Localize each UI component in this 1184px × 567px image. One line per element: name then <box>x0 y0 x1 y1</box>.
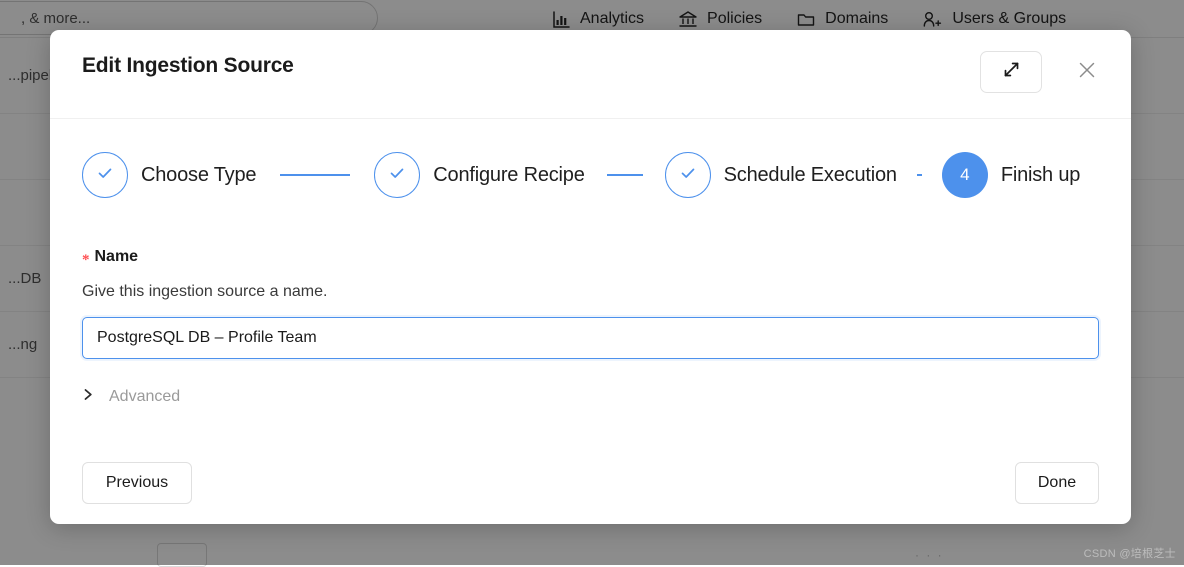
done-button[interactable]: Done <box>1015 462 1099 504</box>
check-icon <box>386 162 408 189</box>
step-configure-recipe[interactable]: Configure Recipe <box>374 152 584 198</box>
step-choose-type-circle <box>82 152 128 198</box>
watermark: CSDN @培根芝士 <box>1084 545 1176 561</box>
advanced-section-label: Advanced <box>109 388 180 406</box>
step-connector-1 <box>280 174 350 176</box>
close-modal-button[interactable] <box>1072 57 1102 87</box>
check-icon <box>94 162 116 189</box>
chevron-right-icon <box>82 387 95 407</box>
page-title: Edit Ingestion Source <box>82 54 294 78</box>
previous-button[interactable]: Previous <box>82 462 192 504</box>
step-finish-up[interactable]: 4 Finish up <box>942 152 1080 198</box>
step-configure-recipe-circle <box>374 152 420 198</box>
step-choose-type[interactable]: Choose Type <box>82 152 256 198</box>
name-field-label-text: Name <box>95 248 139 266</box>
step-choose-type-label: Choose Type <box>141 164 256 187</box>
expand-modal-button[interactable] <box>980 51 1042 93</box>
step-configure-recipe-label: Configure Recipe <box>433 164 584 187</box>
edit-ingestion-source-modal: Edit Ingestion Source <box>50 30 1131 524</box>
step-finish-up-circle: 4 <box>942 152 988 198</box>
step-schedule-execution-circle <box>665 152 711 198</box>
check-icon <box>677 162 699 189</box>
expand-diagonal-arrows-icon <box>1002 60 1021 84</box>
step-schedule-execution-label: Schedule Execution <box>724 164 897 187</box>
modal-footer: Previous Done <box>50 446 1131 524</box>
step-schedule-execution[interactable]: Schedule Execution <box>665 152 897 198</box>
name-field-label: * Name <box>82 248 1099 266</box>
name-field-description: Give this ingestion source a name. <box>82 283 1099 301</box>
step-finish-up-label: Finish up <box>1001 164 1080 187</box>
step-connector-2 <box>607 174 643 176</box>
modal-header: Edit Ingestion Source <box>50 30 1131 119</box>
ingestion-source-name-input[interactable] <box>82 317 1099 359</box>
required-asterisk: * <box>82 252 90 269</box>
step-finish-up-number: 4 <box>960 165 969 185</box>
close-x-icon <box>1076 59 1098 86</box>
step-connector-3 <box>917 174 922 176</box>
advanced-section-toggle[interactable]: Advanced <box>82 387 242 407</box>
finish-up-form: * Name Give this ingestion source a name… <box>82 248 1099 407</box>
wizard-stepper: Choose Type Configure Recipe <box>82 152 1102 198</box>
